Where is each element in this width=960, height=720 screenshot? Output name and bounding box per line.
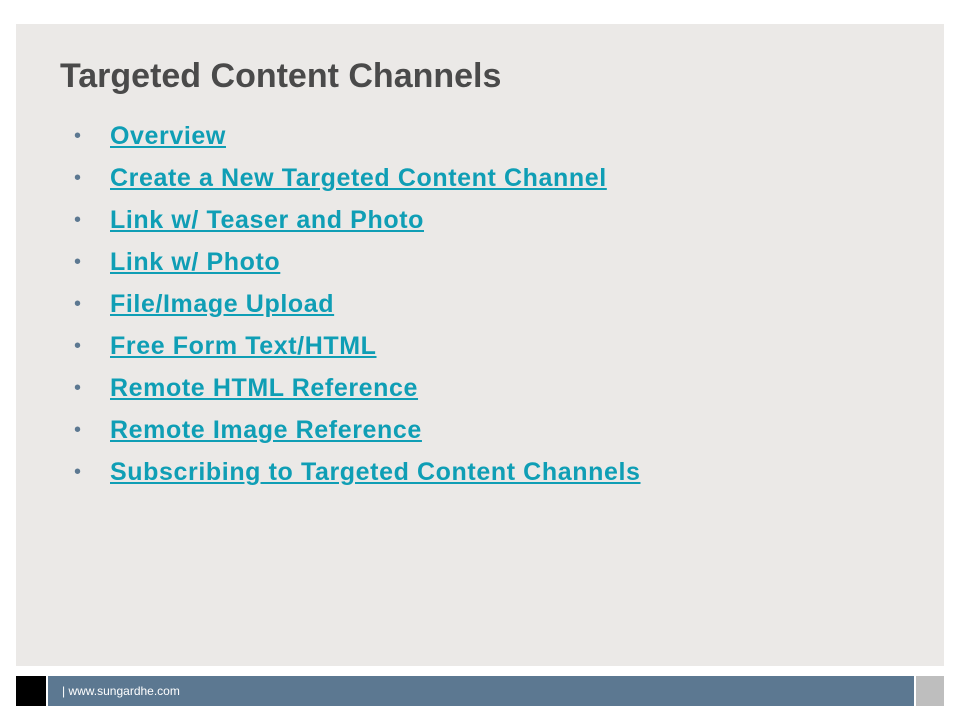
list-item: • Subscribing to Targeted Content Channe… [74,454,641,496]
link-file-image-upload[interactable]: File/Image Upload [110,290,334,318]
bullet-icon: • [74,125,82,147]
list-item: • Create a New Targeted Content Channel [74,160,641,202]
link-photo[interactable]: Link w/ Photo [110,248,280,276]
bullet-icon: • [74,377,82,399]
footer-right-block [916,676,944,706]
bullet-icon: • [74,251,82,273]
link-create-new-channel[interactable]: Create a New Targeted Content Channel [110,164,607,192]
link-remote-image-reference[interactable]: Remote Image Reference [110,416,422,444]
footer-url: | www.sungardhe.com [62,684,180,698]
bullet-icon: • [74,293,82,315]
link-teaser-and-photo[interactable]: Link w/ Teaser and Photo [110,206,424,234]
channel-link-list: • Overview • Create a New Targeted Conte… [74,118,641,496]
list-item: • Overview [74,118,641,160]
link-remote-html-reference[interactable]: Remote HTML Reference [110,374,418,402]
footer-left-block [16,676,46,706]
list-item: • Free Form Text/HTML [74,328,641,370]
list-item: • Remote Image Reference [74,412,641,454]
list-item: • Link w/ Photo [74,244,641,286]
slide-panel: Targeted Content Channels • Overview • C… [16,24,944,666]
slide-title: Targeted Content Channels [60,57,502,95]
footer-bar: | www.sungardhe.com [48,676,914,706]
link-subscribing[interactable]: Subscribing to Targeted Content Channels [110,458,641,486]
link-free-form-text-html[interactable]: Free Form Text/HTML [110,332,377,360]
bullet-icon: • [74,209,82,231]
link-overview[interactable]: Overview [110,122,226,150]
bullet-icon: • [74,167,82,189]
bullet-icon: • [74,419,82,441]
bullet-icon: • [74,335,82,357]
list-item: • Link w/ Teaser and Photo [74,202,641,244]
list-item: • Remote HTML Reference [74,370,641,412]
bullet-icon: • [74,461,82,483]
list-item: • File/Image Upload [74,286,641,328]
